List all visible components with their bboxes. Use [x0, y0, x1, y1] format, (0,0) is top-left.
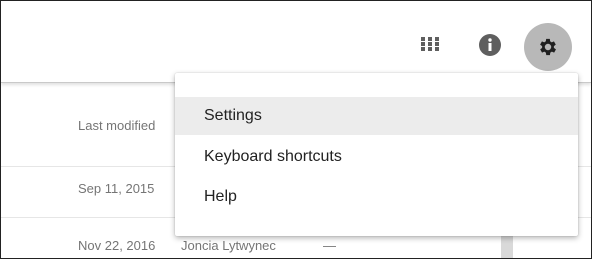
top-toolbar — [1, 1, 591, 83]
cell-last-modified: Sep 11, 2015 — [78, 181, 155, 196]
apps-icon[interactable] — [420, 36, 440, 52]
cell-size: — — [323, 238, 336, 253]
info-icon[interactable] — [479, 34, 501, 56]
cell-last-modified: Nov 22, 2016 — [78, 238, 156, 253]
app-frame: Last modified Sep 11, 2015 Nov 22, 2016 … — [0, 0, 592, 259]
cell-owner: Joncia Lytwynec — [181, 238, 276, 253]
menu-item-keyboard-shortcuts[interactable]: Keyboard shortcuts — [175, 138, 578, 176]
column-header-last-modified[interactable]: Last modified — [78, 118, 155, 133]
settings-gear-button[interactable] — [524, 23, 572, 71]
menu-item-settings[interactable]: Settings — [175, 97, 578, 135]
menu-item-help[interactable]: Help — [175, 178, 578, 216]
settings-menu: Settings Keyboard shortcuts Help — [175, 73, 578, 236]
gear-icon — [540, 38, 556, 56]
